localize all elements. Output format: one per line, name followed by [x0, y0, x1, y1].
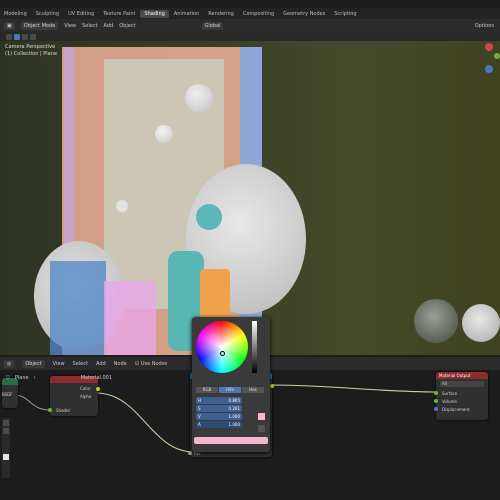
- field-saturation[interactable]: S 0.261: [196, 405, 242, 412]
- scene-sphere-tiny: [155, 125, 173, 143]
- breadcrumb-material[interactable]: Material.001: [81, 375, 112, 381]
- viewport-collection-label: (1) Collection | Plane: [5, 51, 57, 57]
- node-mix-in-shader: Shader: [56, 408, 71, 413]
- transform-orientation-dropdown[interactable]: Global: [201, 21, 224, 30]
- socket[interactable]: [96, 387, 100, 391]
- viewport-camera-label: Camera Perspective: [5, 44, 56, 50]
- 3d-viewport[interactable]: [0, 41, 500, 355]
- tab-rendering[interactable]: Rendering: [204, 10, 238, 18]
- output-in-volume: Volume: [442, 399, 457, 404]
- scene-robot-head: [196, 204, 222, 230]
- viewport-info: Camera Perspective (1) Collection | Plan…: [5, 44, 57, 58]
- output-in-surface: Surface: [442, 391, 458, 396]
- menu-view[interactable]: View: [64, 23, 76, 29]
- scene-sphere-mini: [116, 200, 128, 212]
- tab-geometry-nodes[interactable]: Geometry Nodes: [279, 10, 329, 18]
- mode-hex-button[interactable]: Hex: [242, 387, 264, 393]
- editor-type-icon[interactable]: ◎: [4, 359, 15, 368]
- scene-sphere-right: [462, 304, 500, 342]
- annotate-tool-icon[interactable]: [3, 428, 9, 434]
- color-preview-bar[interactable]: [194, 437, 268, 444]
- color-wheel-cursor-icon[interactable]: [220, 351, 225, 356]
- socket[interactable]: [270, 384, 274, 388]
- scene-sphere-chrome: [414, 299, 458, 343]
- tab-compositing[interactable]: Compositing: [239, 10, 278, 18]
- select-tool-icon[interactable]: [3, 420, 9, 426]
- menu-select[interactable]: Select: [82, 23, 97, 29]
- socket[interactable]: [434, 399, 438, 403]
- color-wheel[interactable]: [196, 321, 248, 373]
- breadcrumb-object[interactable]: Plane: [15, 375, 29, 381]
- options-dropdown[interactable]: Options: [475, 23, 500, 29]
- move-icon[interactable]: [30, 34, 36, 40]
- node-tool-icon[interactable]: [3, 454, 9, 460]
- field-value-value: 1.000: [228, 414, 240, 419]
- node-mix[interactable]: Color Alpha Shader: [48, 376, 100, 416]
- scene-box-pink: [104, 281, 156, 355]
- tab-animation[interactable]: Animation: [170, 10, 204, 18]
- menu-object[interactable]: Object: [119, 23, 135, 29]
- menu-add[interactable]: Add: [96, 361, 106, 367]
- menu-add[interactable]: Add: [104, 23, 114, 29]
- editor-type-icon[interactable]: ▣: [4, 21, 15, 30]
- select-box-icon[interactable]: [6, 34, 12, 40]
- field-alpha-label: A: [198, 422, 201, 427]
- field-alpha[interactable]: A 1.000: [196, 421, 242, 428]
- menu-node[interactable]: Node: [114, 361, 127, 367]
- field-alpha-value: 1.000: [228, 422, 240, 427]
- menu-view[interactable]: View: [53, 361, 65, 367]
- eyedropper-icon[interactable]: [258, 425, 265, 432]
- scene-sphere-small: [185, 84, 213, 112]
- field-saturation-label: S: [198, 406, 201, 411]
- output-in-displacement: Displacement: [442, 407, 470, 412]
- tab-sculpting[interactable]: Sculpting: [32, 10, 63, 18]
- scene-box-blue: [50, 261, 106, 355]
- field-value[interactable]: V 1.000: [196, 413, 242, 420]
- cursor-icon[interactable]: [22, 34, 28, 40]
- mode-rgb-button[interactable]: RGB: [196, 387, 218, 393]
- gizmo-x-icon[interactable]: [485, 43, 493, 51]
- value-slider[interactable]: [252, 321, 257, 373]
- workspace-tab-bar: Modeling Sculpting UV Editing Texture Pa…: [0, 8, 500, 19]
- tab-modeling[interactable]: Modeling: [0, 10, 31, 18]
- socket[interactable]: [434, 391, 438, 395]
- color-swatch[interactable]: [258, 413, 265, 420]
- node-mix-out-color: Color: [80, 386, 91, 391]
- use-nodes-checkbox[interactable]: ☑ Use Nodes: [135, 361, 168, 367]
- color-picker-popup[interactable]: RGB HSV Hex H 0.865 S 0.261 V 1.000 A 1.000: [192, 317, 270, 452]
- use-nodes-label: Use Nodes: [140, 360, 168, 367]
- node-uv-output-label: BSDF: [2, 392, 13, 397]
- field-hue-label: H: [198, 398, 202, 403]
- field-hue-value: 0.865: [228, 398, 240, 403]
- gizmo-z-icon[interactable]: [485, 65, 493, 73]
- viewport-header: ▣ Object Mode View Select Add Object Glo…: [0, 19, 500, 32]
- node-uv[interactable]: BSDF: [2, 378, 18, 408]
- tweak-icon[interactable]: [14, 34, 20, 40]
- menu-select[interactable]: Select: [73, 361, 88, 367]
- tab-scripting[interactable]: Scripting: [330, 10, 360, 18]
- field-hue[interactable]: H 0.865: [196, 397, 242, 404]
- tab-uv-editing[interactable]: UV Editing: [64, 10, 98, 18]
- object-icon: ▽: [6, 374, 10, 381]
- chevron-right-icon: ›: [33, 374, 36, 381]
- socket[interactable]: [434, 407, 438, 411]
- socket[interactable]: [188, 451, 192, 455]
- tab-shading[interactable]: Shading: [140, 9, 169, 18]
- mode-hsv-button[interactable]: HSV: [219, 387, 241, 393]
- object-mode-dropdown[interactable]: Object Mode: [20, 21, 59, 30]
- node-toolbar: [2, 418, 10, 478]
- field-saturation-value: 0.261: [228, 406, 240, 411]
- socket[interactable]: [48, 408, 52, 412]
- color-wheel-shade: [196, 321, 248, 373]
- gizmo-y-icon[interactable]: [494, 53, 500, 59]
- object-type-dropdown[interactable]: Object: [22, 359, 45, 368]
- node-mix-out-alpha: Alpha: [80, 394, 92, 399]
- viewport-toolbar: [0, 32, 500, 41]
- field-value-label: V: [198, 414, 201, 419]
- tab-texture-paint[interactable]: Texture Paint: [99, 10, 139, 18]
